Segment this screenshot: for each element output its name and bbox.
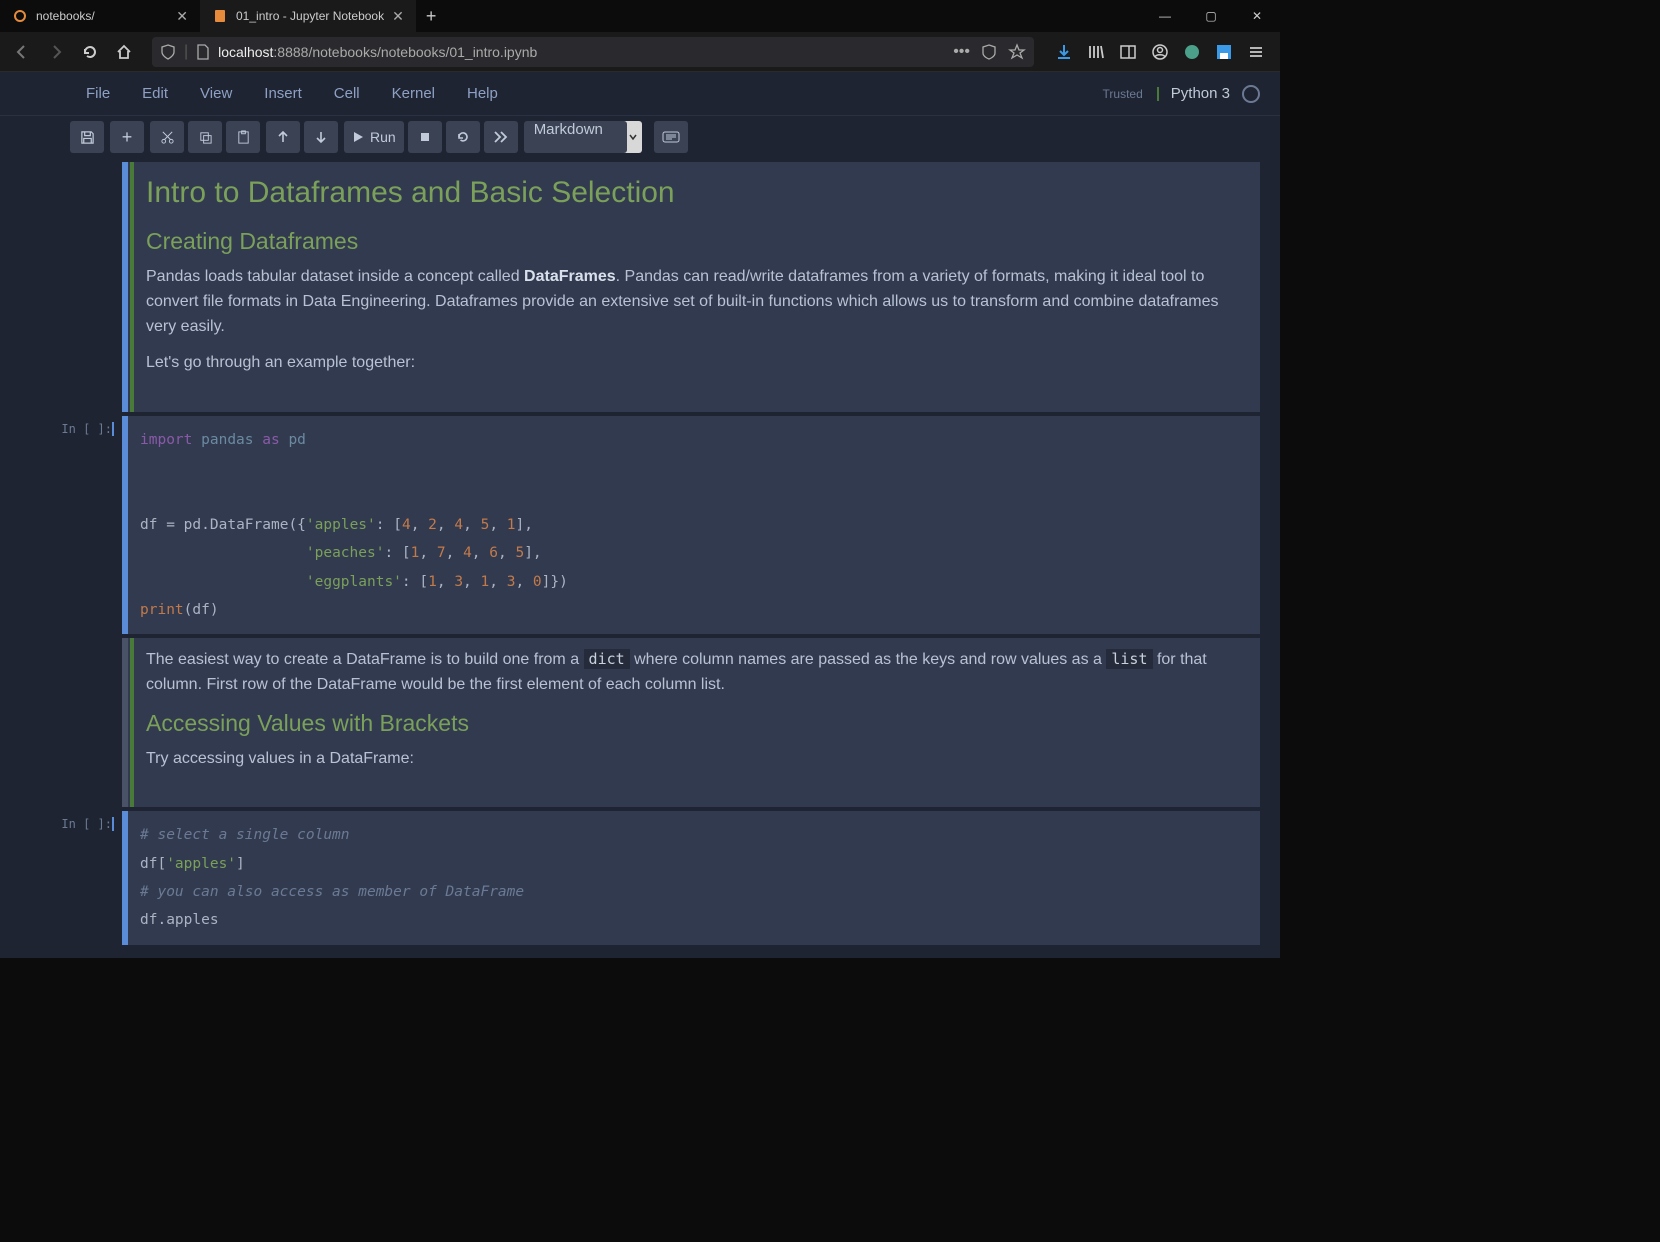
menu-kernel[interactable]: Kernel [376, 79, 451, 108]
trusted-indicator[interactable]: Trusted [1103, 87, 1159, 101]
close-window-button[interactable]: ✕ [1234, 0, 1280, 32]
code-editor[interactable]: import pandas as pd df = pd.DataFrame({'… [128, 416, 1260, 634]
menu-cell[interactable]: Cell [318, 79, 376, 108]
maximize-button[interactable]: ▢ [1188, 0, 1234, 32]
bookmark-star-icon[interactable] [1008, 43, 1026, 61]
move-up-button[interactable] [266, 121, 300, 153]
library-icon[interactable] [1086, 42, 1106, 62]
markdown-cell[interactable]: Intro to Dataframes and Basic Selection … [52, 162, 1260, 412]
cell-prompt: In [ ]: [52, 811, 122, 944]
url-box[interactable]: | localhost:8888/notebooks/notebooks/01_… [152, 37, 1034, 67]
menu-insert[interactable]: Insert [248, 79, 318, 108]
code-editor[interactable]: # select a single column df['apples'] # … [128, 811, 1260, 944]
url-text: localhost:8888/notebooks/notebooks/01_in… [218, 44, 537, 60]
menu-view[interactable]: View [184, 79, 248, 108]
account-icon[interactable] [1150, 42, 1170, 62]
page-icon [196, 44, 210, 60]
save-page-icon[interactable] [1214, 42, 1234, 62]
jupyter-favicon-icon [12, 8, 28, 24]
forward-button[interactable] [42, 38, 70, 66]
extension-icon[interactable] [1182, 42, 1202, 62]
download-icon[interactable] [1054, 42, 1074, 62]
jupyter-menubar: File Edit View Insert Cell Kernel Help T… [0, 72, 1280, 116]
menu-icon[interactable] [1246, 42, 1266, 62]
kernel-idle-icon [1242, 85, 1260, 103]
browser-tab-inactive[interactable]: notebooks/ ✕ [0, 0, 200, 32]
cell-type-select[interactable]: Markdown [524, 121, 627, 153]
code-cell[interactable]: In [ ]: import pandas as pd df = pd.Data… [52, 416, 1260, 634]
markdown-cell[interactable]: The easiest way to create a DataFrame is… [52, 638, 1260, 807]
cut-button[interactable] [150, 121, 184, 153]
paragraph: The easiest way to create a DataFrame is… [146, 648, 1240, 698]
move-down-button[interactable] [304, 121, 338, 153]
heading-2: Creating Dataframes [146, 228, 1240, 255]
interrupt-button[interactable] [408, 121, 442, 153]
notebook-body[interactable]: Intro to Dataframes and Basic Selection … [0, 158, 1280, 958]
menu-help[interactable]: Help [451, 79, 514, 108]
kernel-name[interactable]: Python 3 [1171, 85, 1230, 102]
paragraph: Pandas loads tabular dataset inside a co… [146, 265, 1240, 339]
tab-title: 01_intro - Jupyter Notebook [236, 9, 384, 23]
jupyter-app: File Edit View Insert Cell Kernel Help T… [0, 72, 1280, 958]
paste-button[interactable] [226, 121, 260, 153]
minimize-button[interactable]: — [1142, 0, 1188, 32]
save-button[interactable] [70, 121, 104, 153]
code-cell[interactable]: In [ ]: # select a single column df['app… [52, 811, 1260, 944]
more-icon[interactable]: ••• [953, 43, 970, 61]
close-icon[interactable]: ✕ [176, 8, 188, 25]
back-button[interactable] [8, 38, 36, 66]
run-label: Run [370, 129, 396, 145]
browser-tab-active[interactable]: 01_intro - Jupyter Notebook ✕ [200, 0, 416, 32]
command-palette-button[interactable] [654, 121, 688, 153]
copy-button[interactable] [188, 121, 222, 153]
home-button[interactable] [110, 38, 138, 66]
run-button[interactable]: Run [344, 121, 404, 153]
paragraph: Let's go through an example together: [146, 351, 1240, 376]
window-controls: — ▢ ✕ [1142, 0, 1280, 32]
restart-run-all-button[interactable] [484, 121, 518, 153]
cell-prompt [52, 162, 122, 412]
menu-file[interactable]: File [70, 79, 126, 108]
sidebar-icon[interactable] [1118, 42, 1138, 62]
close-icon[interactable]: ✕ [392, 8, 404, 25]
cell-prompt [52, 638, 122, 807]
paragraph: Try accessing values in a DataFrame: [146, 747, 1240, 772]
menu-edit[interactable]: Edit [126, 79, 184, 108]
notebook-favicon-icon [212, 8, 228, 24]
add-cell-button[interactable]: + [110, 121, 144, 153]
browser-titlebar: notebooks/ ✕ 01_intro - Jupyter Notebook… [0, 0, 1280, 32]
cell-prompt: In [ ]: [52, 416, 122, 634]
reader-icon[interactable] [980, 43, 998, 61]
restart-button[interactable] [446, 121, 480, 153]
new-tab-button[interactable]: + [416, 0, 447, 32]
heading-1: Intro to Dataframes and Basic Selection [146, 176, 1240, 210]
browser-addressbar: | localhost:8888/notebooks/notebooks/01_… [0, 32, 1280, 72]
reload-button[interactable] [76, 38, 104, 66]
tab-title: notebooks/ [36, 9, 95, 23]
shield-icon[interactable] [160, 44, 176, 60]
jupyter-toolbar: + Run [0, 116, 1280, 158]
heading-2: Accessing Values with Brackets [146, 710, 1240, 737]
